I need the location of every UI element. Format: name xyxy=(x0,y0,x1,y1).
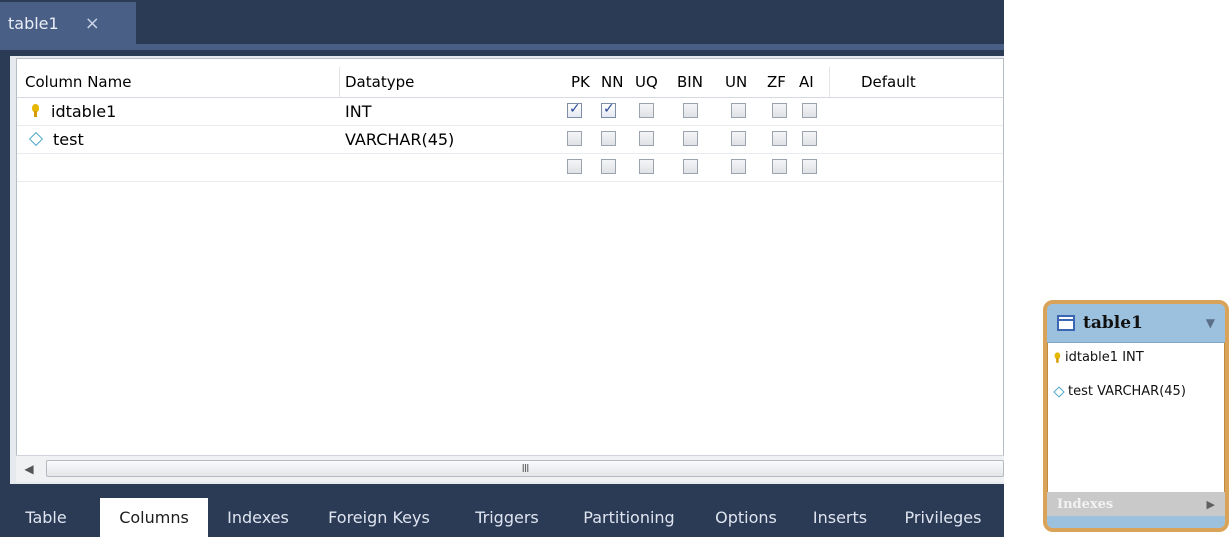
diagram-column-item: idtable1 INT xyxy=(1053,350,1144,365)
datatype-cell[interactable]: VARCHAR(45) xyxy=(345,125,454,153)
diagram-indexes-section[interactable]: Indexes ▶ xyxy=(1047,492,1225,516)
table-row[interactable] xyxy=(17,153,1003,182)
primary-key-icon xyxy=(31,104,39,118)
columns-grid-frame: Column Name Datatype PK NN UQ BIN UN ZF … xyxy=(10,56,1004,484)
tab-indexes[interactable]: Indexes xyxy=(212,498,304,537)
ai-checkbox[interactable] xyxy=(802,131,817,146)
tab-triggers[interactable]: Triggers xyxy=(460,498,554,537)
header-un[interactable]: UN xyxy=(725,67,747,97)
horizontal-scrollbar[interactable]: ◀ III xyxy=(16,455,1004,482)
diagram-column-text: idtable1 INT xyxy=(1065,350,1144,365)
diagram-card-bottom-band xyxy=(1047,516,1225,528)
expand-arrow-icon[interactable]: ▶ xyxy=(1207,498,1215,511)
pk-checkbox[interactable] xyxy=(567,101,582,118)
zf-checkbox[interactable] xyxy=(772,131,787,146)
close-icon[interactable]: × xyxy=(85,13,100,34)
column-name-text: idtable1 xyxy=(51,101,117,121)
header-default[interactable]: Default xyxy=(861,67,916,97)
nn-checkbox[interactable] xyxy=(601,131,616,146)
tab-foreign-keys[interactable]: Foreign Keys xyxy=(316,498,442,537)
ai-checkbox[interactable] xyxy=(802,103,817,118)
diagram-card-title: table1 xyxy=(1083,313,1143,333)
primary-key-icon xyxy=(1054,351,1061,363)
column-diamond-icon xyxy=(1053,385,1065,398)
diagram-table-card[interactable]: table1 ▼ idtable1 INT test VARCHAR(45) I… xyxy=(1043,300,1229,532)
grid-header-row: Column Name Datatype PK NN UQ BIN UN ZF … xyxy=(17,67,1003,98)
header-column-name[interactable]: Column Name xyxy=(25,67,131,97)
tab-columns[interactable]: Columns xyxy=(100,498,208,537)
tab-privileges[interactable]: Privileges xyxy=(890,498,996,537)
table-row[interactable]: test VARCHAR(45) xyxy=(17,125,1003,154)
un-checkbox[interactable] xyxy=(731,131,746,146)
header-divider[interactable] xyxy=(829,67,830,97)
bin-checkbox[interactable] xyxy=(683,103,698,118)
scrollbar-grip-icon: III xyxy=(521,462,530,475)
document-tab-title: table1 xyxy=(8,13,59,33)
header-nn[interactable]: NN xyxy=(601,67,623,97)
editor-bottom-tabs: Table Columns Indexes Foreign Keys Trigg… xyxy=(0,498,1004,537)
header-bin[interactable]: BIN xyxy=(677,67,703,97)
header-ai[interactable]: AI xyxy=(799,67,814,97)
header-pk[interactable]: PK xyxy=(571,67,590,97)
document-tab-strip: table1 × xyxy=(0,0,1004,44)
column-name-text: test xyxy=(53,129,84,149)
datatype-cell[interactable]: INT xyxy=(345,97,371,125)
uq-checkbox[interactable] xyxy=(639,159,654,174)
bin-checkbox[interactable] xyxy=(683,131,698,146)
uq-checkbox[interactable] xyxy=(639,103,654,118)
zf-checkbox[interactable] xyxy=(772,159,787,174)
uq-checkbox[interactable] xyxy=(639,131,654,146)
column-name-cell[interactable]: idtable1 xyxy=(27,97,116,125)
bin-checkbox[interactable] xyxy=(683,159,698,174)
diagram-column-text: test VARCHAR(45) xyxy=(1068,384,1186,399)
header-divider[interactable] xyxy=(339,67,340,97)
column-name-cell[interactable]: test xyxy=(27,125,84,153)
table-editor: table1 × Column Name Datatype PK NN UQ B… xyxy=(0,0,1004,537)
header-zf[interactable]: ZF xyxy=(767,67,786,97)
un-checkbox[interactable] xyxy=(731,103,746,118)
pk-checkbox[interactable] xyxy=(567,131,582,146)
tab-table[interactable]: Table xyxy=(0,498,92,537)
scroll-left-arrow-icon[interactable]: ◀ xyxy=(20,460,38,478)
zf-checkbox[interactable] xyxy=(772,103,787,118)
un-checkbox[interactable] xyxy=(731,159,746,174)
scrollbar-thumb[interactable]: III xyxy=(46,460,1004,477)
nn-checkbox[interactable] xyxy=(601,101,616,118)
ai-checkbox[interactable] xyxy=(802,159,817,174)
collapse-chevron-icon[interactable]: ▼ xyxy=(1206,316,1215,330)
document-tab-table1[interactable]: table1 × xyxy=(0,2,136,44)
table-icon xyxy=(1057,315,1075,331)
diagram-card-header[interactable]: table1 ▼ xyxy=(1047,304,1225,343)
table-row[interactable]: idtable1 INT xyxy=(17,97,1003,126)
column-diamond-icon xyxy=(28,131,44,147)
nn-checkbox[interactable] xyxy=(601,159,616,174)
diagram-column-item: test VARCHAR(45) xyxy=(1053,384,1186,399)
tab-inserts[interactable]: Inserts xyxy=(798,498,882,537)
tab-underline xyxy=(0,44,1004,50)
indexes-label: Indexes xyxy=(1057,496,1114,512)
pk-checkbox[interactable] xyxy=(567,159,582,174)
tab-partitioning[interactable]: Partitioning xyxy=(566,498,692,537)
columns-grid: Column Name Datatype PK NN UQ BIN UN ZF … xyxy=(16,58,1004,482)
header-uq[interactable]: UQ xyxy=(635,67,658,97)
tab-options[interactable]: Options xyxy=(700,498,792,537)
header-datatype[interactable]: Datatype xyxy=(345,67,414,97)
